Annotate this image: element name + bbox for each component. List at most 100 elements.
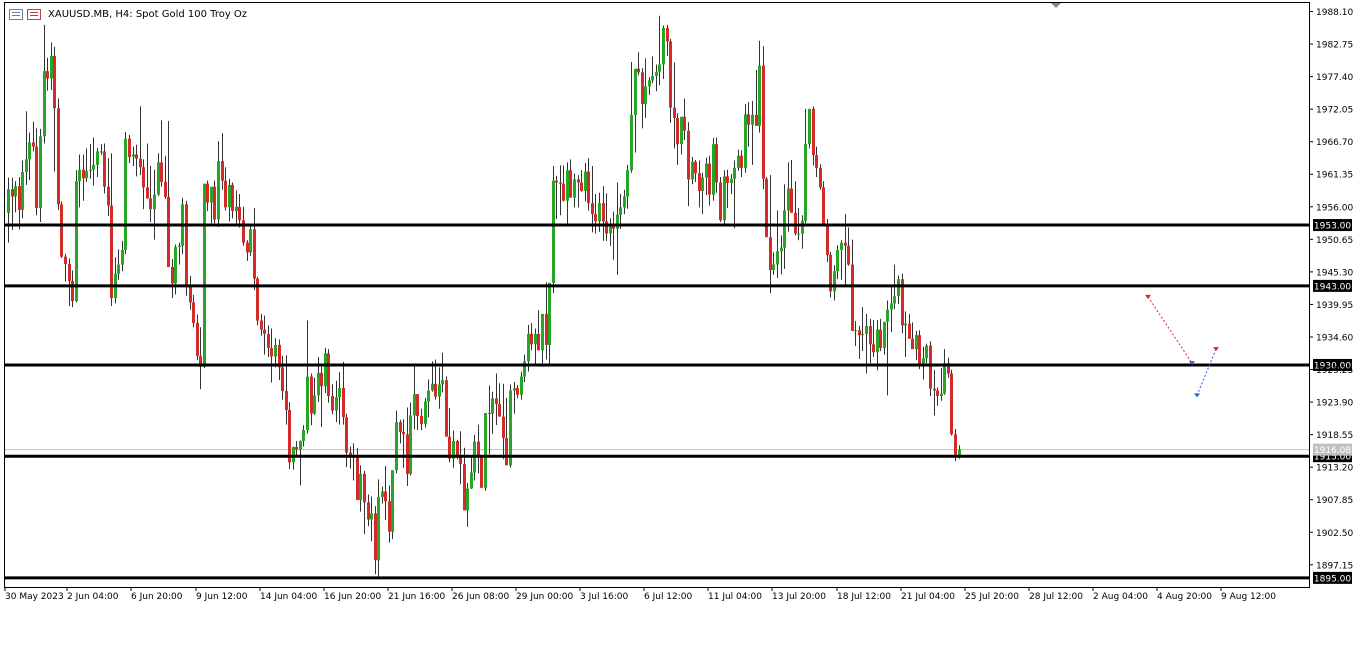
candle-body <box>861 333 864 336</box>
candle-body <box>698 173 701 191</box>
candle-body <box>174 246 177 284</box>
candle-body <box>260 320 263 330</box>
candle-body <box>89 169 92 171</box>
x-tick-label: 2 Aug 04:00 <box>1093 592 1148 602</box>
y-tick-label: 1972.05 <box>1316 106 1353 116</box>
candle-body <box>577 179 580 183</box>
candle-body <box>434 383 437 397</box>
chart-properties-icon[interactable] <box>27 8 41 20</box>
candle-body <box>25 159 28 173</box>
candle-body <box>634 68 637 115</box>
candle-body <box>783 210 786 248</box>
trade-link-line <box>1196 348 1217 396</box>
chart-title-bar: XAUUSD.MB, H4: Spot Gold 100 Troy Oz <box>9 7 247 21</box>
candle-body <box>310 376 313 414</box>
candle-body <box>712 144 715 195</box>
candle-body <box>82 169 85 179</box>
candle-body <box>441 380 444 385</box>
candle-body <box>246 242 249 253</box>
candle-body <box>527 333 530 362</box>
candle-body <box>587 171 590 204</box>
candle-body <box>96 151 99 165</box>
candle-body <box>566 170 569 201</box>
candle-body <box>221 161 224 181</box>
candle-body <box>840 242 843 250</box>
candle-body <box>658 64 661 72</box>
candle-body <box>723 176 726 221</box>
candle-body <box>708 163 711 195</box>
candle-body <box>569 170 572 198</box>
candle-body <box>804 144 807 221</box>
candle-body <box>370 513 373 520</box>
candlestick-chart[interactable]: 1953.001943.001930.001915.001895.001916.… <box>0 0 1365 672</box>
candle-body <box>395 422 398 471</box>
chart-window: 1953.00 1943.00 1930.00 1915.00 1895.00 1916.… <box>0 0 1365 672</box>
y-tick-label: 1945.30 <box>1316 268 1353 278</box>
candle-body <box>691 161 694 180</box>
candle-body <box>135 154 138 159</box>
chart-list-icon[interactable] <box>9 8 23 20</box>
candle-body <box>103 151 106 187</box>
candle-body <box>285 391 288 410</box>
candle-body <box>509 390 512 466</box>
candle-body <box>420 416 423 424</box>
current-price-label: 1916.08 <box>1314 446 1351 456</box>
level-price-label: 1943.00 <box>1313 279 1352 292</box>
y-tick-label: 1913.20 <box>1316 464 1353 474</box>
candle-body <box>11 189 14 197</box>
x-tick-label: 2 Jun 04:00 <box>67 592 119 602</box>
candle-body <box>655 71 658 76</box>
y-tick-label: 1897.15 <box>1316 561 1353 571</box>
candle-body <box>883 321 886 348</box>
candle-body <box>331 395 334 411</box>
candle-body <box>128 138 131 157</box>
candle-body <box>270 347 273 357</box>
candle-body <box>189 285 192 303</box>
candle-body <box>644 86 647 104</box>
candle-body <box>480 457 483 488</box>
candle-body <box>630 114 633 171</box>
candle-body <box>897 279 900 297</box>
candle-body <box>812 108 815 156</box>
candle-body <box>687 130 690 180</box>
candle-body <box>238 206 241 221</box>
x-tick-label: 6 Jul 12:00 <box>644 592 693 602</box>
candle-body <box>338 388 341 398</box>
candle-body <box>787 188 790 211</box>
candle-body <box>936 390 939 396</box>
candle-body <box>281 367 284 392</box>
x-tick-label: 30 May 2023 <box>5 592 64 602</box>
candle-body <box>954 434 957 456</box>
level-price-label: 1895.00 <box>1313 571 1352 584</box>
candle-body <box>100 151 103 153</box>
candle-body <box>110 205 113 299</box>
y-tick-label: 1977.40 <box>1316 73 1353 83</box>
candle-body <box>224 180 227 208</box>
candle-body <box>406 434 409 474</box>
candle-body <box>701 177 704 191</box>
candle-body <box>213 186 216 220</box>
x-tick-label: 16 Jun 20:00 <box>324 592 381 602</box>
candle-body <box>904 323 907 326</box>
candle-body <box>377 496 380 561</box>
candle-body <box>933 388 936 391</box>
candle-body <box>769 237 772 271</box>
candle-body <box>794 212 797 234</box>
x-tick-label: 9 Aug 12:00 <box>1221 592 1276 602</box>
candle-body <box>715 144 718 183</box>
candle-body <box>302 430 305 441</box>
candle-body <box>552 180 555 283</box>
candle-body <box>790 188 793 213</box>
candle-body <box>772 264 775 271</box>
candle-body <box>206 183 209 203</box>
candle-body <box>801 220 804 234</box>
candle-body <box>164 181 167 198</box>
candle-body <box>879 329 882 348</box>
candle-body <box>153 194 156 210</box>
candle-body <box>918 335 921 366</box>
candle-body <box>50 55 53 79</box>
candle-body <box>167 197 170 268</box>
candle-body <box>890 303 893 310</box>
candle-body <box>666 27 669 42</box>
candle-body <box>876 329 879 353</box>
